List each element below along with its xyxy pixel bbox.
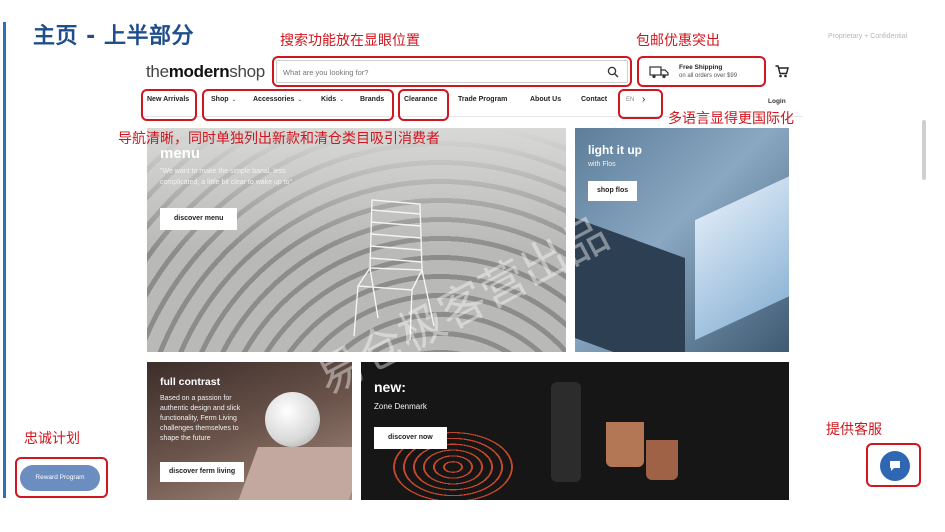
nav-label: New Arrivals bbox=[147, 96, 190, 103]
accent-bar bbox=[3, 22, 6, 498]
contrast-line-1: Based on a passion for bbox=[160, 395, 232, 402]
nav-contact[interactable]: Contact bbox=[581, 96, 607, 103]
nav-shop[interactable]: Shop ⌄ bbox=[211, 96, 237, 103]
sphere-lamp bbox=[265, 392, 320, 447]
annotation-support: 提供客服 bbox=[826, 422, 882, 438]
contrast-line-5: shape the future bbox=[160, 435, 211, 442]
vase-shape bbox=[551, 382, 581, 482]
nav-label: Brands bbox=[360, 96, 385, 103]
shop-flos-button[interactable]: shop flos bbox=[588, 181, 638, 201]
flos-tile-subtitle: with Flos bbox=[588, 161, 616, 168]
annotation-loyalty: 忠诚计划 bbox=[24, 431, 80, 447]
pot-shape bbox=[606, 422, 644, 467]
nav-label: About Us bbox=[530, 96, 562, 103]
flos-tile-title: light it up bbox=[588, 143, 642, 157]
menu-tile-text-1: "We want to make the simple banal, less bbox=[160, 168, 286, 175]
nav-accessories[interactable]: Accessories ⌄ bbox=[253, 96, 302, 103]
discover-ferm-living-button[interactable]: discover ferm living bbox=[160, 462, 245, 482]
nav-kids[interactable]: Kids ⌄ bbox=[321, 96, 344, 103]
cart-icon[interactable] bbox=[775, 65, 789, 78]
nav-label: Trade Program bbox=[458, 96, 508, 103]
nav-label: Accessories bbox=[253, 96, 295, 103]
discover-now-button[interactable]: discover now bbox=[374, 427, 447, 449]
nav-new-arrivals[interactable]: New Arrivals bbox=[147, 96, 189, 103]
nav-clearance[interactable]: Clearance bbox=[404, 96, 437, 103]
scrollbar[interactable] bbox=[922, 120, 926, 180]
nav-label: Kids bbox=[321, 96, 337, 103]
chair-illustration bbox=[353, 199, 435, 340]
site-logo[interactable]: themodernshop bbox=[146, 62, 265, 82]
logo-end: shop bbox=[229, 62, 265, 81]
reward-program-button[interactable]: Reward Program bbox=[20, 465, 100, 491]
pot-shape bbox=[646, 440, 678, 480]
menu-tile-text-2: complicated, a little bit clear to wake … bbox=[160, 179, 293, 186]
chevron-down-icon: ⌄ bbox=[297, 97, 303, 103]
slab-shape bbox=[236, 447, 352, 500]
nav-trade-program[interactable]: Trade Program bbox=[458, 96, 507, 103]
new-tile-subtitle: Zone Denmark bbox=[374, 402, 427, 411]
logo-bold: modern bbox=[168, 62, 230, 81]
language-selector[interactable]: EN › bbox=[622, 92, 658, 110]
search-icon[interactable] bbox=[607, 66, 619, 78]
free-shipping-banner: Free Shipping on all orders over $99 bbox=[645, 60, 763, 84]
search-input[interactable] bbox=[283, 65, 593, 79]
nav-label: Clearance bbox=[404, 96, 438, 103]
logo-light: the bbox=[146, 62, 169, 81]
shipping-title: Free Shipping bbox=[679, 64, 723, 71]
nav-label: Shop bbox=[211, 96, 229, 103]
login-link[interactable]: Login bbox=[768, 98, 786, 105]
contrast-line-2: authentic design and slick bbox=[160, 405, 241, 412]
shadow-shape bbox=[575, 217, 685, 352]
contrast-line-3: functionality, Ferm Living bbox=[160, 415, 237, 422]
nav-label: Contact bbox=[581, 96, 608, 103]
nav-about-us[interactable]: About Us bbox=[530, 96, 561, 103]
chevron-down-icon: ⌄ bbox=[231, 97, 237, 103]
chevron-down-icon: ⌄ bbox=[339, 97, 345, 103]
contrast-tile-title: full contrast bbox=[160, 376, 221, 388]
annotation-language: 多语言显得更国际化 bbox=[668, 111, 794, 127]
nav-brands[interactable]: Brands bbox=[360, 96, 384, 103]
shipping-subtitle: on all orders over $99 bbox=[679, 73, 738, 79]
lamp-illustration bbox=[695, 175, 789, 341]
chevron-right-icon: › bbox=[642, 94, 646, 105]
chat-bubble-icon bbox=[890, 461, 900, 471]
new-tile-title: new: bbox=[374, 379, 406, 395]
contrast-line-4: challenges themselves to bbox=[160, 425, 239, 432]
chat-button[interactable] bbox=[880, 451, 910, 481]
search-bar[interactable] bbox=[276, 60, 628, 83]
slide-title: 主页 - 上半部分 bbox=[33, 24, 194, 49]
language-code: EN bbox=[626, 97, 635, 103]
menu-tile-title: menu bbox=[160, 145, 201, 162]
annotation-shipping: 包邮优惠突出 bbox=[636, 33, 720, 49]
truck-icon bbox=[649, 66, 669, 79]
discover-menu-button[interactable]: discover menu bbox=[160, 208, 238, 230]
confidential-label: Proprietary + Confidential bbox=[828, 33, 908, 40]
annotation-search: 搜索功能放在显眼位置 bbox=[280, 33, 420, 49]
